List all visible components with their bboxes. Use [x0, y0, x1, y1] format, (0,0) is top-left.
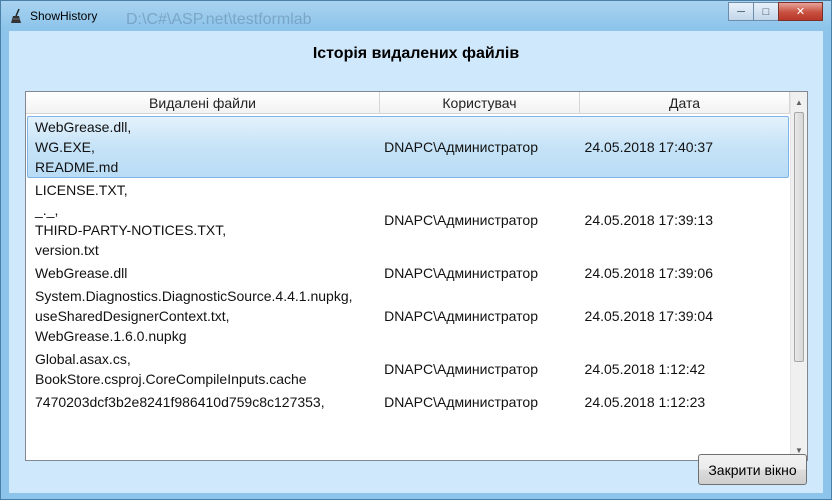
file-name: WebGrease.dll,: [35, 119, 132, 135]
column-header-user[interactable]: Користувач: [380, 92, 580, 113]
file-name: THIRD-PARTY-NOTICES.TXT,: [35, 222, 227, 238]
grid-rows: WebGrease.dll, WG.EXE, README.md DNAPC\Адми…: [26, 115, 790, 414]
date-cell: 24.05.2018 1:12:23: [584, 394, 706, 410]
user-cell: DNAPC\Администратор: [384, 361, 538, 377]
user-cell: DNAPC\Администратор: [384, 139, 538, 155]
file-name: WebGrease.1.6.0.nupkg: [35, 328, 187, 344]
vertical-scrollbar[interactable]: ▲ ▼: [790, 92, 807, 460]
files-cell: System.Diagnostics.DiagnosticSource.4.4.…: [28, 286, 379, 346]
user-cell: DNAPC\Администратор: [384, 308, 538, 324]
column-header-files[interactable]: Видалені файли: [26, 92, 380, 113]
files-cell: Global.asax.cs, BookStore.csproj.CoreComp…: [28, 349, 379, 389]
table-row[interactable]: Global.asax.cs, BookStore.csproj.CoreComp…: [27, 348, 789, 390]
file-name: WebGrease.dll: [35, 265, 128, 281]
file-name: version.txt: [35, 242, 99, 258]
client-area: Історія видалених файлів Видалені файли …: [9, 31, 823, 493]
file-name: WG.EXE,: [35, 139, 95, 155]
files-cell: LICENSE.TXT, _._, THIRD-PARTY-NOTICES.TXT,…: [28, 180, 379, 260]
minimize-button[interactable]: ─: [728, 2, 754, 21]
minimize-icon: ─: [737, 5, 745, 18]
close-icon: ✕: [795, 6, 806, 18]
file-name: Global.asax.cs,: [35, 351, 131, 367]
date-cell: 24.05.2018 17:40:37: [584, 139, 714, 155]
history-grid[interactable]: Видалені файли Користувач Дата WebGrease…: [25, 91, 808, 461]
file-name: 7470203dcf3b2e8241f986410d759c8c127353,: [35, 394, 325, 410]
user-cell: DNAPC\Администратор: [384, 212, 538, 228]
table-row[interactable]: 7470203dcf3b2e8241f986410d759c8c127353, D…: [27, 391, 789, 413]
broom-icon: [11, 8, 21, 23]
table-row[interactable]: System.Diagnostics.DiagnosticSource.4.4.…: [27, 285, 789, 347]
user-cell: DNAPC\Администратор: [384, 265, 538, 281]
date-cell: 24.05.2018 17:39:06: [584, 265, 714, 281]
title-bar[interactable]: D:\C#\ASP.net\testformlab ShowHistory ─ …: [1, 1, 831, 31]
maximize-button[interactable]: □: [753, 2, 779, 21]
show-history-window: D:\C#\ASP.net\testformlab ShowHistory ─ …: [0, 0, 832, 500]
scrollbar-thumb[interactable]: [794, 112, 804, 362]
caption-buttons: ─ □ ✕: [728, 2, 823, 21]
date-cell: 24.05.2018 17:39:13: [584, 212, 714, 228]
files-cell: 7470203dcf3b2e8241f986410d759c8c127353,: [28, 392, 379, 412]
page-title: Історія видалених файлів: [312, 45, 520, 62]
scroll-up-icon[interactable]: ▲: [791, 94, 807, 110]
user-cell: DNAPC\Администратор: [384, 394, 538, 410]
column-header-date[interactable]: Дата: [580, 92, 790, 113]
file-name: README.md: [35, 159, 119, 175]
table-row[interactable]: LICENSE.TXT, _._, THIRD-PARTY-NOTICES.TXT,…: [27, 179, 789, 261]
file-name: useSharedDesignerContext.txt,: [35, 308, 230, 324]
window-title: ShowHistory: [30, 9, 98, 23]
close-window-button[interactable]: ✕: [778, 2, 823, 21]
maximize-icon: □: [762, 5, 770, 18]
close-window-text-button[interactable]: Закрити вікно: [698, 454, 807, 485]
files-cell: WebGrease.dll, WG.EXE, README.md: [28, 117, 379, 177]
date-cell: 24.05.2018 17:39:04: [584, 308, 714, 324]
file-name: System.Diagnostics.DiagnosticSource.4.4.…: [35, 288, 353, 304]
background-window-title: D:\C#\ASP.net\testformlab: [126, 11, 312, 28]
file-name: BookStore.csproj.CoreCompileInputs.cache: [35, 371, 307, 387]
date-cell: 24.05.2018 1:12:42: [584, 361, 706, 377]
grid-header: Видалені файли Користувач Дата: [26, 92, 790, 114]
table-row[interactable]: WebGrease.dll DNAPC\Администратор 24.05.20…: [27, 262, 789, 284]
files-cell: WebGrease.dll: [28, 263, 379, 283]
file-name: _._,: [35, 202, 59, 218]
file-name: LICENSE.TXT,: [35, 182, 128, 198]
table-row[interactable]: WebGrease.dll, WG.EXE, README.md DNAPC\Адми…: [27, 116, 789, 178]
